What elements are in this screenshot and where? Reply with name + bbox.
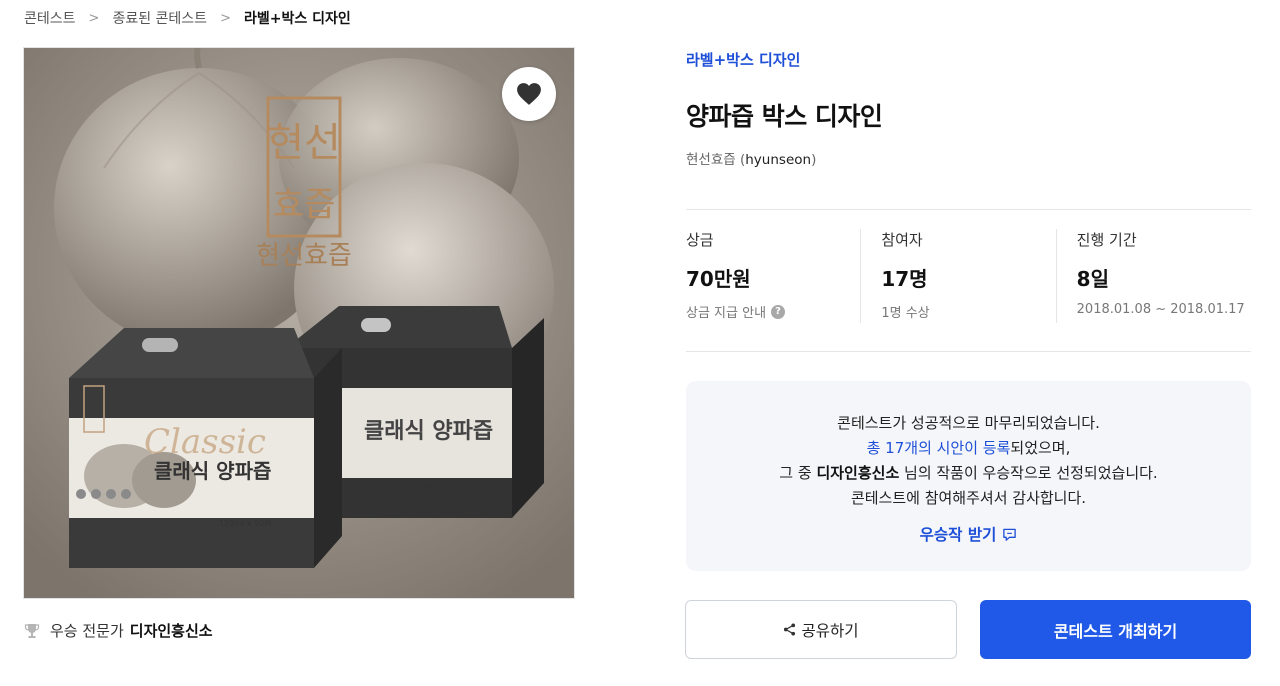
breadcrumb-ended-contest[interactable]: 종료된 콘테스트 bbox=[112, 8, 207, 28]
contest-winner-image[interactable]: 현선 효즙 현선효즙 클래식 양파즙 120ml x 50팩 Classic 클… bbox=[23, 47, 575, 599]
stat-value: 70만원 bbox=[686, 267, 751, 291]
contest-stats: 상금 70만원 상금 지급 안내 ? 참여자 17명 1명 수상 진행 기간 8… bbox=[686, 229, 1251, 323]
share-icon bbox=[784, 623, 796, 636]
host-name: 현선효즙 bbox=[686, 152, 736, 168]
winner-name-inline: 디자인흥신소 bbox=[816, 464, 900, 482]
notice-text: 님의 작품이 우승작으로 선정되었습니다. bbox=[899, 464, 1158, 482]
winner-name[interactable]: 디자인흥신소 bbox=[130, 620, 213, 641]
winner-info: 우승 전문가 디자인흥신소 bbox=[24, 620, 213, 641]
divider bbox=[686, 351, 1251, 352]
winner-label: 우승 전문가 bbox=[50, 622, 124, 640]
trophy-icon bbox=[24, 623, 40, 639]
box-sub: 120ml x 50팩 bbox=[219, 518, 272, 528]
stat-label: 상금 bbox=[686, 231, 714, 249]
box-label: 클래식 양파즙 bbox=[154, 459, 271, 483]
svg-text:현선: 현선 bbox=[267, 120, 341, 166]
host-info: 현선효즙 (hyunseon) bbox=[686, 152, 817, 168]
stat-period: 진행 기간 8일 2018.01.08 ~ 2018.01.17 bbox=[1055, 229, 1251, 323]
notice-line: 콘테스트가 성공적으로 마무리되었습니다. bbox=[837, 414, 1100, 432]
share-button[interactable]: 공유하기 bbox=[685, 600, 957, 659]
host-contest-button[interactable]: 콘테스트 개최하기 bbox=[980, 600, 1251, 659]
stat-sub: 1명 수상 bbox=[881, 306, 930, 321]
prize-payment-guide[interactable]: 상금 지급 안내 ? bbox=[686, 302, 860, 321]
submissions-link[interactable]: 총 17개의 시안이 등록 bbox=[867, 439, 1011, 457]
notice-line: 그 중 디자인흥신소 님의 작품이 우승작으로 선정되었습니다. bbox=[686, 461, 1251, 486]
notice-line: 콘테스트에 참여해주셔서 감사합니다. bbox=[850, 489, 1087, 507]
stat-participants: 참여자 17명 1명 수상 bbox=[860, 229, 1055, 323]
notice-line: 총 17개의 시안이 등록되었으며, bbox=[686, 436, 1251, 461]
chat-icon bbox=[1003, 528, 1017, 541]
notice-text: 그 중 bbox=[779, 464, 817, 482]
stat-prize: 상금 70만원 상금 지급 안내 ? bbox=[686, 229, 860, 323]
host-id: hyunseon bbox=[745, 152, 812, 168]
breadcrumb-contest[interactable]: 콘테스트 bbox=[24, 8, 76, 28]
divider bbox=[686, 209, 1251, 210]
breadcrumb-current: 라벨+박스 디자인 bbox=[243, 11, 351, 27]
receive-label: 우승작 받기 bbox=[919, 526, 997, 544]
svg-text:120ml x 50팩: 120ml x 50팩 bbox=[409, 480, 462, 490]
chevron-right-icon: > bbox=[88, 10, 100, 26]
receive-winning-work-button[interactable]: 우승작 받기 bbox=[920, 523, 1018, 545]
svg-text:클래식 양파즙: 클래식 양파즙 bbox=[364, 418, 493, 444]
breadcrumb: 콘테스트 > 종료된 콘테스트 > 라벨+박스 디자인 bbox=[24, 8, 351, 28]
stat-value: 8일 bbox=[1076, 267, 1109, 291]
heart-icon bbox=[517, 83, 541, 105]
share-label: 공유하기 bbox=[801, 621, 859, 640]
svg-text:효즙: 효즙 bbox=[273, 185, 336, 225]
stat-sub: 2018.01.08 ~ 2018.01.17 bbox=[1076, 302, 1245, 317]
stat-sub: 상금 지급 안내 bbox=[686, 306, 767, 321]
stat-label: 진행 기간 bbox=[1076, 231, 1137, 249]
stat-label: 참여자 bbox=[881, 231, 923, 249]
chevron-right-icon: > bbox=[220, 10, 231, 26]
brand-text: 현선효즙 bbox=[256, 241, 352, 271]
notice-text: 되었으며, bbox=[1010, 439, 1071, 457]
script-text: Classic bbox=[144, 422, 266, 462]
page-title: 양파즙 박스 디자인 bbox=[686, 102, 883, 131]
help-icon[interactable]: ? bbox=[771, 304, 786, 319]
contest-category[interactable]: 라벨+박스 디자인 bbox=[686, 49, 800, 70]
contest-result-notice: 콘테스트가 성공적으로 마무리되었습니다. 총 17개의 시안이 등록되었으며,… bbox=[686, 381, 1251, 571]
like-button[interactable] bbox=[502, 67, 556, 121]
stat-value: 17명 bbox=[881, 267, 928, 291]
